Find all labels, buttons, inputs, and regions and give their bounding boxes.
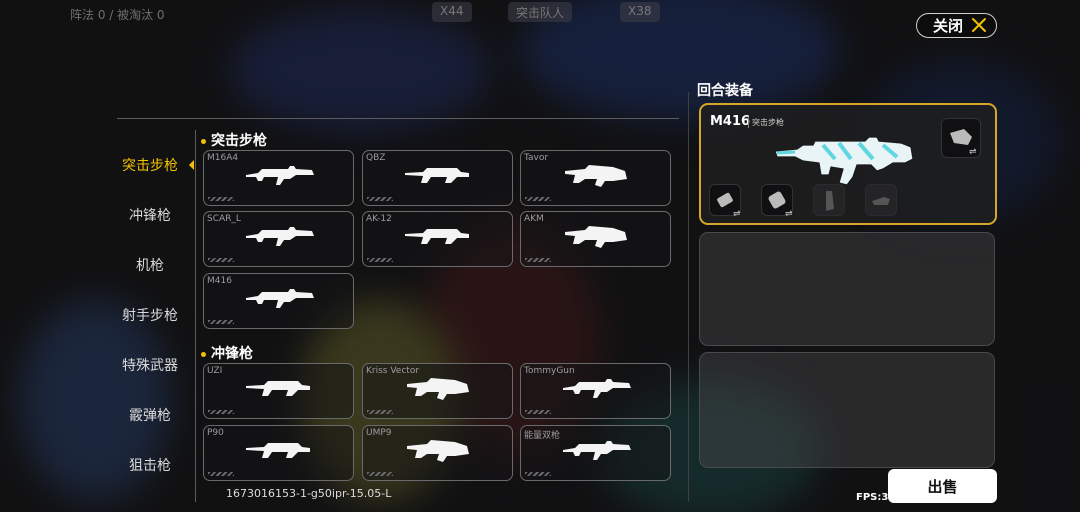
- weapon-slot-name: UMP9: [366, 428, 392, 438]
- section-dot: [201, 138, 206, 144]
- header-divider: [117, 118, 679, 119]
- weapon-icon: [565, 165, 627, 187]
- category-assault-rifle[interactable]: 突击步枪: [110, 140, 194, 190]
- swap-icon: ⇌: [733, 209, 741, 219]
- weapon-slot[interactable]: UMP9: [362, 425, 513, 481]
- loadout-tertiary-card[interactable]: [699, 352, 995, 468]
- weapon-slot-name: QBZ: [366, 153, 386, 163]
- fps-readout: FPS:39.90 · 435 · 35 · 43: [856, 492, 994, 503]
- weapon-slot-name: SCAR_L: [207, 214, 241, 224]
- weapon-icon: [563, 441, 631, 460]
- hud-score: 阵法 0 / 被淘汰 0: [70, 8, 165, 22]
- category-special-weapon[interactable]: 特殊武器: [110, 340, 190, 390]
- weapon-slot[interactable]: TommyGun: [520, 363, 671, 419]
- category-shotgun[interactable]: 霰弹枪: [110, 390, 190, 440]
- weapon-slot-name: 能量双枪: [524, 431, 561, 441]
- slot-stripes: [208, 258, 234, 262]
- magazine-attachment-slot[interactable]: [813, 184, 845, 216]
- weapon-slot[interactable]: AKM: [520, 211, 671, 267]
- loadout-weapon-name: M416: [710, 114, 751, 129]
- category-marksman-rifle[interactable]: 射手步枪: [110, 290, 190, 340]
- hud-chip-mid: 突击队人: [508, 2, 573, 22]
- m416-skin-icon: [774, 136, 914, 186]
- category-list: 突击步枪 冲锋枪 机枪 射手步枪 特殊武器 霰弹枪 狙击枪: [110, 140, 194, 490]
- category-sniper[interactable]: 狙击枪: [110, 440, 190, 490]
- weapon-slot[interactable]: SCAR_L: [203, 211, 354, 267]
- weapon-slot[interactable]: 能量双枪: [520, 425, 671, 481]
- weapon-slot[interactable]: AK-12: [362, 211, 513, 267]
- stock-attachment-slot[interactable]: [865, 184, 897, 216]
- category-machine-gun[interactable]: 机枪: [110, 240, 190, 290]
- close-icon: [972, 18, 986, 32]
- weapon-slot-name: AKM: [524, 214, 544, 224]
- magazine-icon: [826, 191, 834, 211]
- weapon-icon: [246, 289, 314, 308]
- weapon-slot-name: AK-12: [366, 214, 392, 224]
- weapon-slot[interactable]: Tavor: [520, 150, 671, 206]
- slot-stripes: [525, 258, 551, 262]
- weapon-icon: [246, 166, 314, 185]
- weapon-icon: [565, 226, 627, 248]
- section-title-smg: 冲锋枪: [201, 343, 253, 363]
- weapon-slot-name: M16A4: [207, 153, 239, 163]
- slot-stripes: [367, 258, 393, 262]
- weapon-icon: [246, 381, 310, 396]
- loadout-title: 回合装备: [697, 83, 753, 99]
- close-label: 关闭: [933, 17, 964, 35]
- weapon-icon: [563, 379, 631, 398]
- weapon-icon: [246, 227, 314, 246]
- build-id: 1673016153-1-g50ipr-15.05-L: [226, 487, 392, 500]
- weapon-slot[interactable]: UZI: [203, 363, 354, 419]
- weapon-icon: [246, 443, 310, 458]
- slot-stripes: [525, 472, 551, 476]
- weapon-slot[interactable]: M16A4: [203, 150, 354, 206]
- loadout-weapon-type: 突击步枪: [748, 117, 784, 128]
- weapon-slot-name: P90: [207, 428, 224, 438]
- slot-stripes: [367, 472, 393, 476]
- weapon-icon: [405, 229, 469, 244]
- close-button[interactable]: 关闭: [916, 13, 997, 38]
- slot-stripes: [208, 320, 234, 324]
- weapon-slot[interactable]: M416: [203, 273, 354, 329]
- section-dot: [201, 351, 206, 357]
- weapon-slot-name: TommyGun: [524, 366, 575, 376]
- slot-stripes: [525, 410, 551, 414]
- swap-icon: ⇌: [785, 209, 793, 219]
- slot-stripes: [208, 410, 234, 414]
- weapon-icon: [405, 168, 469, 183]
- hud-chip-left: X44: [432, 2, 472, 22]
- weapon-slot[interactable]: QBZ: [362, 150, 513, 206]
- slot-stripes: [208, 197, 234, 201]
- weapon-slot-name: UZI: [207, 366, 223, 376]
- loadout-secondary-card[interactable]: [699, 232, 995, 346]
- weapon-slot[interactable]: P90: [203, 425, 354, 481]
- slot-stripes: [367, 197, 393, 201]
- category-smg[interactable]: 冲锋枪: [110, 190, 190, 240]
- weapon-slot-name: Kriss Vector: [366, 366, 420, 376]
- weapon-slot[interactable]: Kriss Vector: [362, 363, 513, 419]
- weapon-icon: [407, 440, 469, 462]
- hud-chip-right: X38: [620, 2, 660, 22]
- panel-divider: [688, 92, 689, 502]
- slot-stripes: [208, 472, 234, 476]
- swap-icon: ⇌: [969, 147, 977, 157]
- weapon-slot-name: M416: [207, 276, 232, 286]
- loadout-primary-card[interactable]: M416 突击步枪 ⇌ ⇌ ⇌: [699, 103, 997, 225]
- weapon-slot-name: Tavor: [524, 153, 549, 163]
- slot-stripes: [525, 197, 551, 201]
- weapon-icon: [407, 378, 469, 400]
- category-divider: [195, 130, 196, 502]
- slot-stripes: [367, 410, 393, 414]
- stock-icon: [872, 197, 890, 205]
- section-title-assault: 突击步枪: [201, 130, 267, 150]
